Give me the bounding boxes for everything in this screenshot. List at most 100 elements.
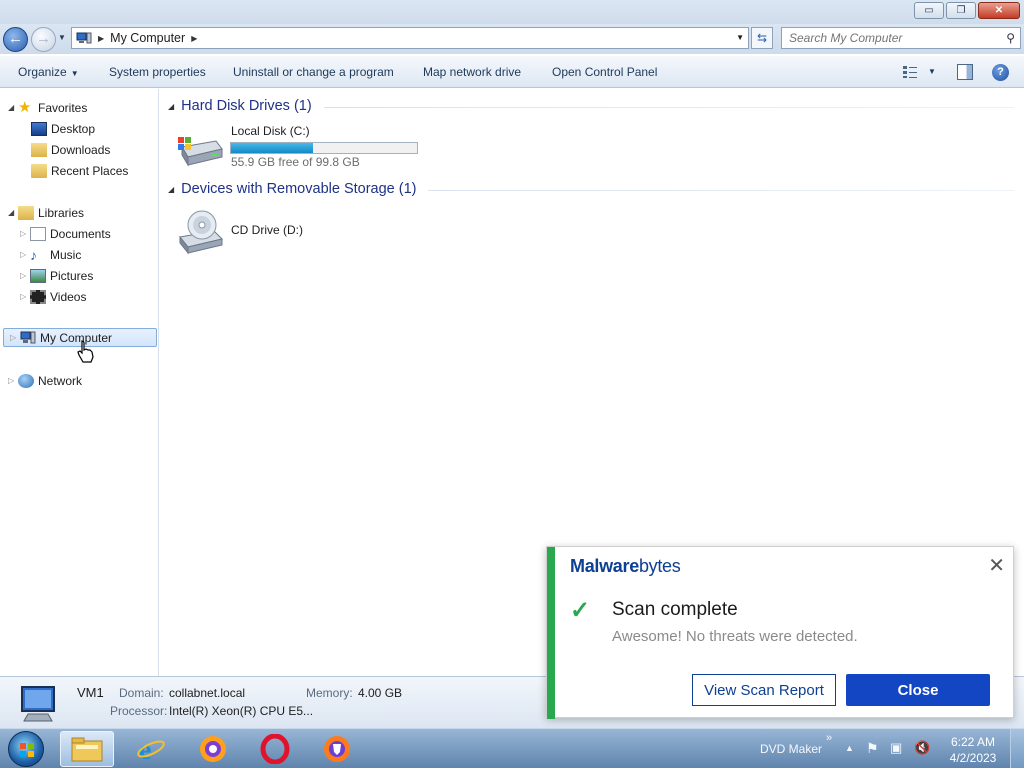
collapse-group-icon[interactable]: ◢	[168, 185, 174, 194]
nav-label: Libraries	[38, 205, 85, 220]
computer-icon	[20, 331, 36, 343]
nav-documents[interactable]: ▷ Documents	[20, 224, 111, 243]
breadcrumb-separator-icon[interactable]: ▶	[98, 34, 104, 43]
collapsed-icon[interactable]: ▷	[8, 376, 18, 385]
open-control-panel-button[interactable]: Open Control Panel	[552, 65, 657, 79]
map-network-drive-button[interactable]: Map network drive	[423, 65, 521, 79]
show-hidden-icons-icon[interactable]: ▲	[845, 743, 854, 753]
processor-label: Processor:	[110, 704, 168, 718]
brave-browser-icon	[324, 736, 350, 762]
nav-label: Videos	[50, 289, 87, 304]
back-button[interactable]: ←	[3, 27, 28, 52]
command-bar: Organize ▼ System properties Uninstall or…	[0, 56, 1024, 88]
taskbar: e DVD Maker » ▲ ⚑ ▣ 🔇 6:22 AM 4/2/2023	[0, 728, 1024, 768]
address-dropdown-icon[interactable]: ▼	[736, 33, 744, 42]
back-arrow-icon: ←	[8, 30, 23, 47]
start-button[interactable]	[8, 731, 44, 767]
notification-message: Awesome! No threats were detected.	[612, 628, 858, 645]
nav-label: Network	[38, 373, 83, 388]
collapsed-icon[interactable]: ▷	[20, 229, 30, 238]
view-scan-report-button[interactable]: View Scan Report	[692, 674, 836, 706]
clock-time: 6:22 AM	[950, 735, 996, 749]
navigation-pane: ◢ ★ Favorites Desktop Downloads Recent P…	[0, 89, 159, 676]
toolbar-chevron-icon[interactable]: »	[826, 732, 832, 744]
taskbar-internet-explorer[interactable]: e	[124, 731, 178, 767]
group-header-removable-storage[interactable]: ◢ Devices with Removable Storage (1)	[168, 181, 416, 197]
downloads-folder-icon	[31, 142, 47, 157]
desktop-icon	[31, 121, 47, 136]
minimize-icon: ▭	[924, 5, 934, 16]
system-properties-button[interactable]: System properties	[109, 65, 206, 79]
recent-places-icon	[31, 163, 47, 178]
close-notification-icon[interactable]: ✕	[988, 553, 1005, 578]
checkmark-icon: ✓	[570, 597, 591, 624]
network-tray-icon[interactable]: ▣	[890, 740, 902, 756]
preview-pane-icon[interactable]	[957, 64, 973, 80]
collapsed-icon[interactable]: ▷	[20, 271, 30, 280]
address-row: ← → ▼ ▶ My Computer ▶ ▼ ⇆ ⚲	[0, 24, 1024, 54]
taskbar-brave-browser[interactable]	[310, 731, 364, 767]
collapse-group-icon[interactable]: ◢	[168, 102, 174, 111]
maximize-button[interactable]: ❐	[946, 2, 976, 19]
group-divider	[324, 107, 1014, 108]
libraries-icon	[18, 205, 34, 220]
close-window-button[interactable]: ✕	[978, 2, 1020, 19]
malwarebytes-notification: Malwarebytes ✕ ✓ Scan complete Awesome! …	[546, 546, 1014, 719]
windows-logo-icon	[20, 743, 34, 757]
nav-downloads[interactable]: Downloads	[31, 140, 110, 159]
refresh-button[interactable]: ⇆	[751, 27, 773, 49]
computer-icon	[21, 686, 55, 722]
dvd-maker-toolbar[interactable]: DVD Maker	[760, 742, 822, 756]
search-box[interactable]: ⚲	[781, 27, 1021, 49]
search-icon[interactable]: ⚲	[1006, 31, 1015, 45]
nav-label: Music	[50, 247, 82, 262]
action-center-flag-icon[interactable]: ⚑	[866, 740, 879, 757]
search-input[interactable]	[782, 28, 992, 48]
nav-pictures[interactable]: ▷ Pictures	[20, 266, 93, 285]
minimize-button[interactable]: ▭	[914, 2, 944, 19]
recent-pages-dropdown[interactable]: ▼	[58, 33, 66, 42]
organize-menu[interactable]: Organize ▼	[18, 65, 79, 79]
uninstall-program-button[interactable]: Uninstall or change a program	[233, 65, 394, 79]
nav-favorites[interactable]: ◢ ★ Favorites	[8, 98, 87, 117]
group-divider	[428, 190, 1014, 191]
collapsed-icon[interactable]: ▷	[20, 250, 30, 259]
nav-libraries[interactable]: ◢ Libraries	[8, 203, 84, 222]
cd-drive-icon	[179, 210, 223, 255]
music-icon: ♪	[30, 246, 37, 263]
drive-free-space: 55.9 GB free of 99.8 GB	[231, 155, 360, 169]
volume-muted-icon[interactable]: 🔇	[914, 740, 930, 756]
nav-videos[interactable]: ▷ Videos	[20, 287, 86, 306]
brand-bold: Malware	[570, 556, 639, 576]
show-desktop-button[interactable]	[1010, 729, 1024, 768]
group-header-hard-disk-drives[interactable]: ◢ Hard Disk Drives (1)	[168, 98, 312, 114]
breadcrumb-my-computer[interactable]: My Computer	[110, 31, 185, 45]
drive-name: CD Drive (D:)	[231, 223, 303, 237]
taskbar-opera[interactable]	[248, 731, 302, 767]
nav-label: Recent Places	[51, 163, 129, 178]
nav-music[interactable]: ▷ ♪ Music	[20, 245, 81, 264]
taskbar-firefox[interactable]	[186, 731, 240, 767]
change-view-icon[interactable]	[902, 65, 918, 79]
expanded-icon[interactable]: ◢	[8, 103, 18, 112]
view-options-dropdown-icon[interactable]: ▼	[928, 67, 936, 76]
nav-network[interactable]: ▷ Network	[8, 371, 82, 390]
address-bar[interactable]: ▶ My Computer ▶ ▼	[71, 27, 749, 49]
system-clock[interactable]: 6:22 AM 4/2/2023	[946, 734, 1000, 766]
help-icon[interactable]: ?	[992, 64, 1009, 81]
domain-value: collabnet.local	[169, 686, 246, 700]
computer-name: VM1	[77, 685, 104, 700]
nav-label: Desktop	[51, 121, 96, 136]
expanded-icon[interactable]: ◢	[8, 208, 18, 217]
nav-desktop[interactable]: Desktop	[31, 119, 95, 138]
collapsed-icon[interactable]: ▷	[10, 333, 20, 342]
hard-drive-icon	[178, 137, 223, 167]
forward-button[interactable]: →	[31, 27, 56, 52]
taskbar-windows-explorer[interactable]	[60, 731, 114, 767]
memory-value: 4.00 GB	[358, 686, 403, 700]
nav-recent-places[interactable]: Recent Places	[31, 161, 128, 180]
processor-value: Intel(R) Xeon(R) CPU E5...	[169, 704, 314, 718]
breadcrumb-separator-icon[interactable]: ▶	[191, 34, 197, 43]
collapsed-icon[interactable]: ▷	[20, 292, 30, 301]
close-button[interactable]: Close	[846, 674, 990, 706]
